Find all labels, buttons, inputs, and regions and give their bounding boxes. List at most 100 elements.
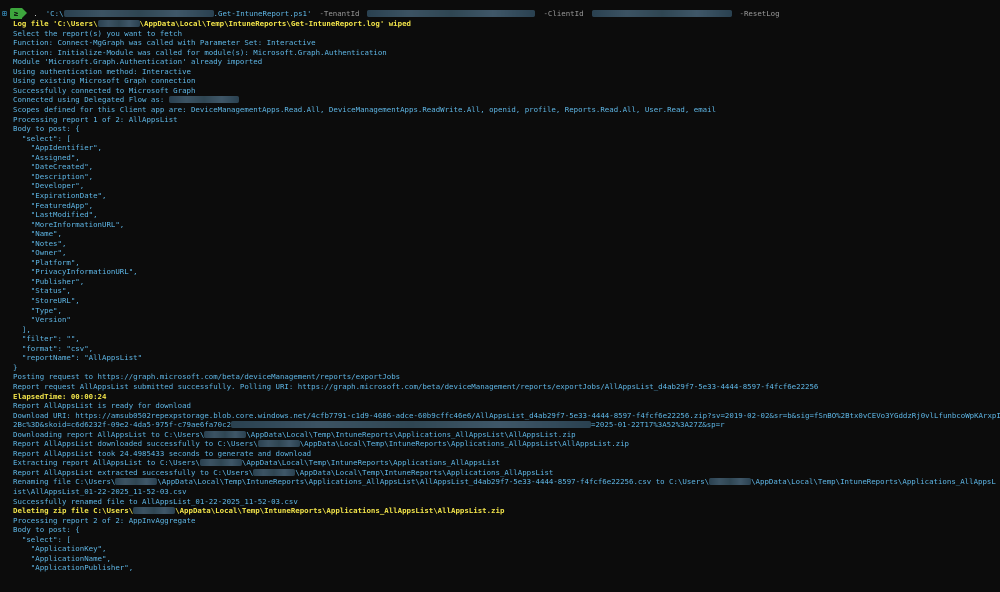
output-line: "Assigned",: [13, 153, 80, 163]
output-text: \AppData\Local\Temp\IntuneReports\Applic…: [157, 477, 710, 487]
redacted-block: [115, 478, 158, 486]
output-text: =2025-01-22T17%3A52%3A27Z&sp=r: [591, 420, 725, 430]
output-line: Successfully renamed file to AllAppsList…: [13, 497, 298, 507]
output-text: "reportName": "AllAppsList": [13, 353, 143, 363]
output-text: ist\AllAppsList_01-22-2025_11-52-03.csv: [13, 487, 187, 496]
output-text: Renaming file C:\Users\: [13, 477, 116, 487]
redacted-block: [253, 468, 296, 476]
output-text: "format": "csv",: [13, 343, 94, 353]
output-text: \AppData\Local\Temp\IntuneReports\Applic…: [295, 467, 554, 477]
output-text: "LastModified",: [13, 210, 98, 219]
output-text: \AppData\Local\Temp\IntuneReports\Applic…: [241, 458, 500, 468]
output-line: Report AllAppsList extracted successfull…: [13, 468, 553, 478]
output-text: "Developer",: [13, 181, 85, 191]
output-line: 2Bc%3D&skoid=c6d6232f-09e2-4da5-975f-c79…: [13, 420, 725, 430]
output-text: Body to post: {: [13, 124, 80, 134]
output-line: "Notes",: [13, 238, 67, 249]
output-text: "StoreURL",: [13, 296, 80, 305]
output-line: Processing report 1 of 2: AllAppsList: [13, 115, 178, 125]
output-line: ist\AllAppsList_01-22-2025_11-52-03.csv: [13, 487, 187, 497]
output-text: Posting request to https://graph.microso…: [13, 372, 401, 382]
redacted-block: [591, 9, 732, 17]
output-line: Select the report(s) you want to fetch: [13, 29, 182, 39]
output-line: "Developer",: [13, 181, 84, 191]
output-line: Extracting report AllAppsList to C:\User…: [13, 458, 500, 468]
output-line: "ExpirationDate",: [13, 190, 107, 201]
redacted-block: [367, 9, 536, 17]
output-line: "Owner",: [13, 248, 67, 258]
output-line: Body to post: {: [13, 525, 80, 535]
output-line: Download URI: https://amsub0502repexpsto…: [13, 411, 1000, 421]
output-line: "Name",: [13, 229, 62, 239]
output-text: 2Bc%3D&skoid=c6d6232f-09e2-4da5-975f-c79…: [13, 420, 232, 430]
output-line: "Status",: [13, 286, 71, 296]
output-text: Using authentication method: Interactive: [13, 66, 191, 76]
redacted-block: [231, 421, 592, 429]
windows-icon: ⊞: [2, 8, 7, 18]
output-text: Processing report 1 of 2: AllAppsList: [13, 114, 178, 124]
output-line: Body to post: {: [13, 124, 80, 134]
command-prompt: ⊞ ≥ . 'C:\ .Get-IntuneReport.ps1' -Tenan…: [2, 7, 780, 19]
output-text: "ExpirationDate",: [13, 190, 107, 200]
output-line: Scopes defined for this Client app are: …: [13, 105, 716, 115]
output-text: Scopes defined for this Client app are: …: [13, 105, 717, 114]
output-text: Extracting report AllAppsList to C:\User…: [13, 458, 200, 468]
output-line: "select": [: [13, 535, 71, 545]
output-text: "ApplicationName",: [13, 553, 111, 563]
output-text: "Status",: [13, 286, 71, 296]
output-line: "Version": [13, 315, 71, 325]
reset-log-param: -ResetLog: [739, 8, 780, 18]
output-text: "Publisher",: [13, 276, 85, 286]
output-text: \AppData\Local\Temp\IntuneReports\Applic…: [751, 477, 996, 487]
output-text: "DateCreated",: [13, 162, 94, 172]
output-line: Downloading report AllAppsList to C:\Use…: [13, 430, 576, 440]
output-line: "DateCreated",: [13, 162, 93, 172]
output-text: "Platform",: [13, 257, 80, 267]
output-line: "StoreURL",: [13, 296, 80, 306]
output-text: Report AllAppsList is ready for download: [13, 401, 191, 410]
redacted-block: [257, 440, 300, 448]
output-text: Module 'Microsoft.Graph.Authentication' …: [13, 57, 263, 67]
output-text: Processing report 2 of 2: AppInvAggregat…: [13, 515, 196, 525]
output-line: ElapsedTime: 00:00:24: [13, 392, 106, 402]
output-text: "Description",: [13, 171, 94, 181]
redacted-block: [63, 9, 214, 17]
redacted-block: [97, 20, 140, 27]
output-line: "MoreInformationURL",: [13, 220, 124, 230]
output-line: "Publisher",: [13, 277, 84, 287]
output-line: Function: Initialize-Module was called f…: [13, 48, 387, 58]
output-text: "Name",: [13, 229, 62, 239]
output-text: "ApplicationKey",: [13, 544, 107, 554]
prompt-arrow-icon: [22, 8, 28, 18]
output-text: "Assigned",: [13, 152, 80, 162]
output-line: Deleting zip file C:\Users\ \AppData\Loca…: [13, 506, 504, 516]
output-text: Report AllAppsList extracted successfull…: [13, 467, 254, 477]
output-text: Connected using Delegated Flow as:: [13, 95, 169, 105]
redacted-block: [709, 478, 752, 486]
output-line: ],: [13, 325, 31, 335]
output-text: Deleting zip file C:\Users\: [13, 506, 134, 516]
output-line: "ApplicationName",: [13, 554, 111, 564]
output-line: "PrivacyInformationURL",: [13, 267, 138, 277]
output-line: "select": [: [13, 134, 71, 144]
output-text: Successfully connected to Microsoft Grap…: [13, 85, 196, 95]
output-text: Function: Initialize-Module was called f…: [13, 47, 387, 57]
output-line: Using authentication method: Interactive: [13, 67, 191, 77]
output-text: \AppData\Local\Temp\IntuneReports\Applic…: [299, 439, 630, 449]
output-text: Downloading report AllAppsList to C:\Use…: [13, 429, 205, 439]
output-line: Report AllAppsList took 24.4985433 secon…: [13, 449, 311, 459]
redacted-block: [199, 459, 242, 467]
script-path-prefix: 'C:\: [45, 8, 64, 18]
output-text: Download URI: https://amsub0502repexpsto…: [13, 410, 1000, 420]
output-line: Report AllAppsList downloaded successful…: [13, 439, 629, 449]
output-text: \AppData\Local\Temp\IntuneReports\Applic…: [246, 429, 576, 439]
client-id-param: -ClientId: [543, 8, 584, 18]
output-text: "select": [: [13, 133, 71, 143]
output-line: "ApplicationPublisher",: [13, 563, 133, 573]
output-text: \AppData\Local\Temp\IntuneReports\Get-In…: [139, 19, 411, 28]
output-text: "Notes",: [13, 238, 67, 248]
output-line: "reportName": "AllAppsList": [13, 353, 142, 363]
command-dot: .: [33, 8, 38, 18]
output-text: \AppData\Local\Temp\IntuneReports\Applic…: [175, 506, 505, 516]
terminal-window[interactable]: ⊞ ≥ . 'C:\ .Get-IntuneReport.ps1' -Tenan…: [0, 0, 1000, 592]
